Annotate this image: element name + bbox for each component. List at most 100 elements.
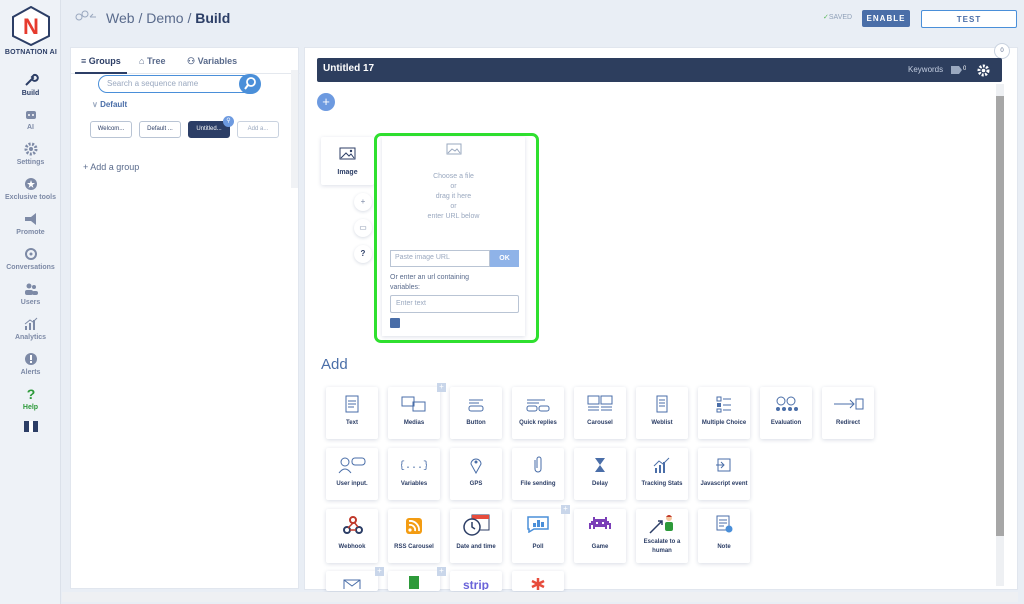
- spreadsheet-icon: [409, 576, 419, 589]
- tile-delay[interactable]: Delay: [574, 448, 626, 500]
- comment-icon[interactable]: ▭: [354, 219, 372, 237]
- add-group-label: Add a group: [90, 162, 140, 172]
- variable-url-input[interactable]: Enter text: [390, 295, 519, 313]
- nav-settings[interactable]: Settings: [0, 141, 61, 166]
- add-element-button[interactable]: +: [354, 193, 372, 211]
- test-button[interactable]: TEST: [921, 10, 1017, 28]
- chat-icon: [24, 248, 37, 260]
- tile-label: Escalate to a human: [643, 539, 681, 554]
- logo-text: BOTNATION AI: [4, 49, 58, 56]
- nav-build[interactable]: Build: [0, 72, 61, 97]
- image-block-card[interactable]: [321, 137, 374, 185]
- nav-users[interactable]: Users: [0, 281, 61, 306]
- rss-icon: [406, 518, 422, 534]
- enable-button[interactable]: ENABLE: [862, 10, 910, 27]
- tile-file-sending[interactable]: File sending: [512, 448, 564, 500]
- nav-alerts[interactable]: Alerts: [0, 351, 61, 376]
- active-tab-indicator: [75, 72, 127, 74]
- tile-weblist[interactable]: Weblist: [636, 387, 688, 439]
- tab-variables[interactable]: ⚇ Variables: [187, 56, 237, 72]
- multiple-choice-icon: [716, 396, 731, 413]
- variables-icon: {...}: [401, 460, 427, 472]
- nav-analytics[interactable]: Analytics: [0, 316, 61, 341]
- nav-ai[interactable]: AI: [0, 106, 61, 131]
- sequence-search-input[interactable]: Search a sequence name: [98, 75, 260, 93]
- svg-text:{...}: {...}: [401, 460, 427, 472]
- alert-icon: [24, 353, 37, 365]
- tile-button[interactable]: Button: [450, 387, 502, 439]
- sequence-item[interactable]: Default ...: [139, 121, 181, 138]
- tile-variables[interactable]: {...} Variables: [388, 448, 440, 500]
- nav-conversations[interactable]: Conversations: [0, 246, 61, 271]
- undo-redo-icon[interactable]: [74, 10, 98, 24]
- group-default[interactable]: ∨ Default: [92, 100, 127, 109]
- nav-help[interactable]: ? Help: [0, 386, 61, 411]
- search-button[interactable]: [239, 74, 261, 94]
- tile-stripe[interactable]: strip: [450, 571, 502, 591]
- keywords-label[interactable]: Keywords: [908, 65, 943, 74]
- variable-picker-icon[interactable]: [390, 318, 400, 328]
- asterisk-icon: [531, 578, 545, 590]
- tile-spreadsheet[interactable]: +: [388, 567, 446, 591]
- botnation-logo[interactable]: N: [12, 6, 50, 46]
- add-sequence-button[interactable]: Add a...: [237, 121, 279, 138]
- tile-gps[interactable]: GPS: [450, 448, 502, 500]
- file-dropzone[interactable]: Choose a file or drag it here or enter U…: [382, 172, 525, 222]
- sequence-title[interactable]: Untitled 17: [323, 63, 374, 74]
- breadcrumb-web[interactable]: Web: [106, 10, 135, 26]
- notification-counter[interactable]: 0: [994, 43, 1010, 59]
- tile-note[interactable]: Note: [698, 509, 750, 563]
- help-icon: ?: [26, 386, 35, 402]
- email-icon: [343, 579, 361, 589]
- horizontal-scrollbar[interactable]: [62, 592, 1018, 602]
- tile-carousel[interactable]: Carousel: [574, 387, 626, 439]
- settings-gear-icon[interactable]: [977, 64, 990, 77]
- image-url-input[interactable]: Paste image URL: [390, 250, 490, 267]
- tile-tracking-stats[interactable]: Tracking Stats: [636, 448, 688, 500]
- breadcrumb-demo[interactable]: Demo: [146, 10, 183, 26]
- tile-javascript-event[interactable]: Javascript event: [698, 448, 750, 500]
- poll-icon: [527, 516, 549, 533]
- ok-button[interactable]: OK: [490, 250, 519, 267]
- help-question-icon[interactable]: ?: [354, 245, 372, 263]
- tile-escalate-to-human[interactable]: Escalate to a human: [636, 509, 688, 563]
- tile-poll[interactable]: + Poll: [512, 505, 570, 563]
- link-icon[interactable]: ⚲: [223, 116, 234, 127]
- tile-rss-carousel[interactable]: RSS Carousel: [388, 509, 440, 563]
- tile-label: Medias: [403, 420, 425, 426]
- tab-tree[interactable]: ⌂ Tree: [139, 56, 165, 72]
- tile-quick-replies[interactable]: Quick replies: [512, 387, 564, 439]
- tile-label: GPS: [469, 481, 483, 487]
- medias-icon: [401, 396, 426, 412]
- panel-scrollbar[interactable]: [291, 70, 298, 188]
- nav-exclusive-tools[interactable]: Exclusive tools: [0, 176, 61, 201]
- keywords-icon[interactable]: 0: [950, 63, 967, 75]
- add-block-button[interactable]: +: [317, 93, 335, 111]
- tile-zapier[interactable]: [512, 571, 564, 591]
- nav-promote[interactable]: Promote: [0, 211, 61, 236]
- tile-webhook[interactable]: Webhook: [326, 509, 378, 563]
- tile-evaluation[interactable]: Evaluation: [760, 387, 812, 439]
- tile-date-and-time[interactable]: Date and time: [450, 509, 502, 563]
- editor-scrollbar-thumb[interactable]: [996, 96, 1004, 536]
- nav-label: Conversations: [6, 264, 55, 271]
- sequence-item[interactable]: Welcom...: [90, 121, 132, 138]
- saved-status: ✓SAVED: [823, 13, 852, 21]
- tile-email[interactable]: +: [326, 567, 384, 591]
- nav-label: Settings: [16, 159, 45, 166]
- language-flag[interactable]: [24, 421, 38, 432]
- tile-multiple-choice[interactable]: Multiple Choice: [698, 387, 750, 439]
- tile-label: Note: [717, 544, 731, 550]
- tile-user-input[interactable]: User input.: [326, 448, 378, 500]
- robot-icon: [25, 111, 36, 119]
- tile-text[interactable]: Text: [326, 387, 378, 439]
- tile-label: Variables: [400, 481, 428, 487]
- plus-icon: +: [561, 505, 570, 514]
- dropzone-line: or: [450, 203, 457, 210]
- tab-groups[interactable]: ≡ Groups: [81, 56, 121, 72]
- tile-redirect[interactable]: Redirect: [822, 387, 874, 439]
- tile-game[interactable]: Game: [574, 509, 626, 563]
- tab-label: Variables: [197, 56, 238, 66]
- tile-medias[interactable]: + Medias: [388, 383, 446, 439]
- add-group-button[interactable]: + Add a group: [83, 162, 139, 172]
